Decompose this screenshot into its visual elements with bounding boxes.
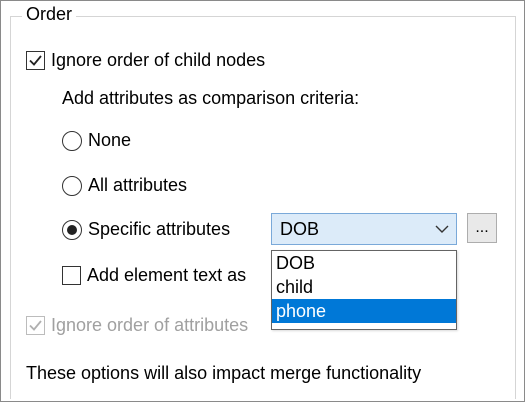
order-groupbox	[10, 16, 516, 399]
dropdown-option-dob[interactable]: DOB	[272, 251, 456, 275]
radio-specific-row[interactable]: Specific attributes	[62, 219, 230, 240]
radio-all-label: All attributes	[88, 175, 188, 195]
radio-all-row[interactable]: All attributes	[62, 175, 187, 196]
radio-none[interactable]	[62, 130, 82, 151]
add-element-text-row[interactable]: Add element text as	[62, 265, 246, 286]
ignore-attr-order-label: Ignore order of attributes	[51, 315, 249, 335]
radio-specific-attributes[interactable]	[62, 219, 82, 240]
checkmark-icon	[29, 320, 42, 331]
radio-none-row[interactable]: None	[62, 130, 131, 151]
combobox-dropdown-list[interactable]: DOB child phone	[271, 250, 457, 330]
ignore-attr-order-row: Ignore order of attributes	[26, 315, 248, 336]
attribute-combobox[interactable]: DOB	[271, 213, 457, 245]
dropdown-option-phone[interactable]: phone	[272, 299, 456, 323]
checkmark-icon	[29, 55, 42, 66]
radio-none-label: None	[88, 130, 132, 150]
ignore-child-order-label: Ignore order of child nodes	[51, 50, 266, 70]
radio-all-attributes[interactable]	[62, 175, 82, 196]
radio-selected-dot	[67, 224, 77, 235]
combobox-value: DOB	[280, 218, 320, 239]
chevron-down-icon[interactable]	[428, 225, 456, 234]
add-element-text-label: Add element text as	[87, 265, 247, 285]
more-options-button[interactable]: ...	[467, 213, 497, 243]
ignore-child-order-checkbox[interactable]	[26, 51, 45, 70]
merge-note: These options will also impact merge fun…	[26, 363, 422, 383]
radio-specific-label: Specific attributes	[88, 219, 231, 239]
add-element-text-checkbox[interactable]	[62, 266, 81, 285]
group-title: Order	[22, 4, 77, 25]
criteria-label: Add attributes as comparison criteria:	[62, 88, 360, 108]
ignore-attr-order-checkbox	[26, 316, 45, 335]
dropdown-option-child[interactable]: child	[272, 275, 456, 299]
ignore-child-order-row[interactable]: Ignore order of child nodes	[26, 50, 265, 71]
